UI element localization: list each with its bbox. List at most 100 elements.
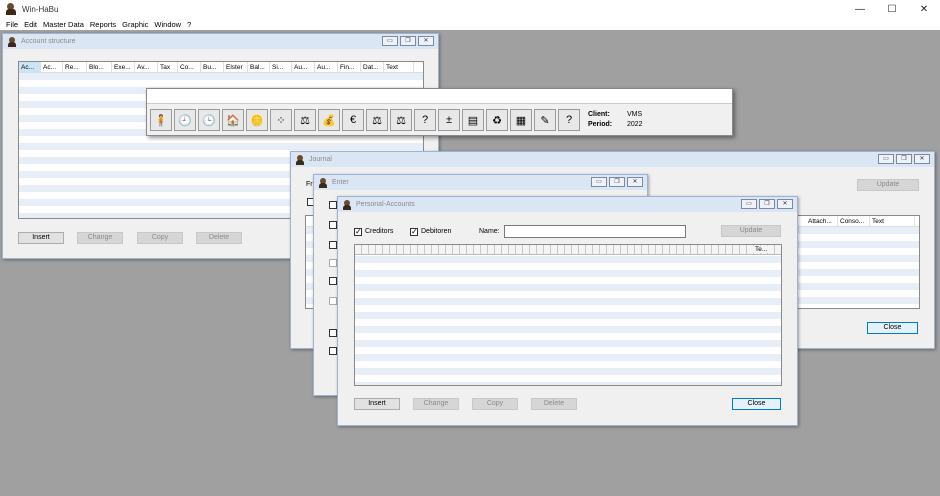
restore-icon[interactable]: ❐ bbox=[609, 177, 625, 187]
person-icon[interactable]: 🧍 bbox=[150, 109, 172, 131]
dots-question-icon[interactable]: ⁘ bbox=[270, 109, 292, 131]
enter-checkbox[interactable] bbox=[329, 277, 337, 285]
menu-graphic[interactable]: Graphic bbox=[119, 20, 151, 29]
euro-icon[interactable]: € bbox=[342, 109, 364, 131]
column-header[interactable]: Bal... bbox=[248, 62, 270, 72]
enter-checkbox[interactable] bbox=[329, 221, 337, 229]
restore-icon[interactable]: ❐ bbox=[759, 199, 775, 209]
minimize-icon[interactable]: ▭ bbox=[591, 177, 607, 187]
personal-accounts-window: Personal-Accounts ▭ ❐ ✕ ✓ Creditors ✓ De… bbox=[337, 196, 798, 426]
update-button[interactable]: Update bbox=[857, 179, 919, 191]
document-icon[interactable]: ▤ bbox=[462, 109, 484, 131]
menu-edit[interactable]: Edit bbox=[21, 20, 40, 29]
minimize-button[interactable]: — bbox=[844, 0, 876, 18]
close-icon[interactable]: ✕ bbox=[914, 154, 930, 164]
column-header[interactable]: Fin... bbox=[338, 62, 361, 72]
menu-help[interactable]: ? bbox=[184, 20, 194, 29]
enter-checkbox[interactable] bbox=[329, 241, 337, 249]
copy-button[interactable]: Copy bbox=[472, 398, 518, 410]
creditors-checkbox[interactable]: ✓ bbox=[354, 228, 362, 236]
enter-checkbox[interactable] bbox=[329, 297, 337, 305]
copy-button[interactable]: Copy bbox=[137, 232, 183, 244]
house-icon[interactable]: 🏠 bbox=[222, 109, 244, 131]
creditors-label: Creditors bbox=[365, 228, 394, 235]
account-structure-titlebar[interactable]: Account structure ▭ ❐ ✕ bbox=[3, 34, 438, 49]
menu-reports[interactable]: Reports bbox=[87, 20, 119, 29]
window-logo-icon bbox=[342, 199, 352, 210]
column-header[interactable]: Au... bbox=[315, 62, 338, 72]
insert-button[interactable]: Insert bbox=[354, 398, 400, 410]
column-header[interactable]: Blo... bbox=[87, 62, 112, 72]
menu-master-data[interactable]: Master Data bbox=[40, 20, 87, 29]
close-button[interactable]: ✕ bbox=[908, 0, 940, 18]
column-header[interactable]: Text bbox=[870, 216, 915, 226]
money-bag-icon[interactable]: 💰 bbox=[318, 109, 340, 131]
column-header[interactable]: Re... bbox=[63, 62, 87, 72]
change-button[interactable]: Change bbox=[77, 232, 123, 244]
column-header[interactable]: Dat... bbox=[361, 62, 384, 72]
close-icon[interactable]: ✕ bbox=[777, 199, 793, 209]
column-header[interactable]: Elster bbox=[224, 62, 248, 72]
question-stamp-icon[interactable]: ? bbox=[414, 109, 436, 131]
clock-arrow-icon[interactable]: 🕒 bbox=[198, 109, 220, 131]
close-icon[interactable]: ✕ bbox=[418, 36, 434, 46]
update-button[interactable]: Update bbox=[721, 225, 781, 237]
close-button[interactable]: Close bbox=[732, 398, 781, 410]
help-icon[interactable]: ? bbox=[558, 109, 580, 131]
grid-rows bbox=[355, 256, 781, 385]
column-header[interactable]: Si... bbox=[270, 62, 292, 72]
delete-button[interactable]: Delete bbox=[196, 232, 242, 244]
pen-icon[interactable]: ✎ bbox=[534, 109, 556, 131]
personal-accounts-grid[interactable]: Te... bbox=[354, 244, 782, 386]
window-title: Personal-Accounts bbox=[356, 201, 415, 208]
column-header[interactable]: Bu... bbox=[201, 62, 224, 72]
name-input[interactable] bbox=[504, 225, 686, 238]
menu-file[interactable]: File bbox=[3, 20, 21, 29]
insert-button[interactable]: Insert bbox=[18, 232, 64, 244]
column-header[interactable]: Text bbox=[384, 62, 414, 72]
maximize-button[interactable]: ☐ bbox=[876, 0, 908, 18]
minimize-icon[interactable]: ▭ bbox=[878, 154, 894, 164]
te-column-header[interactable]: Te... bbox=[753, 246, 770, 253]
clock-icon[interactable]: 🕘 bbox=[174, 109, 196, 131]
grid-icon[interactable]: ▦ bbox=[510, 109, 532, 131]
enter-titlebar[interactable]: Enter ▭ ❐ ✕ bbox=[314, 175, 647, 190]
enter-checkbox[interactable] bbox=[329, 259, 337, 267]
recycle-icon[interactable]: ♻ bbox=[486, 109, 508, 131]
column-header[interactable]: Ac... bbox=[19, 62, 41, 72]
column-header[interactable]: Attach... bbox=[806, 216, 838, 226]
column-header[interactable]: Exe... bbox=[112, 62, 135, 72]
minimize-icon[interactable]: ▭ bbox=[741, 199, 757, 209]
close-icon[interactable]: ✕ bbox=[627, 177, 643, 187]
column-header[interactable]: Tax bbox=[158, 62, 178, 72]
column-header[interactable]: Av... bbox=[135, 62, 158, 72]
column-header[interactable]: Conso... bbox=[838, 216, 870, 226]
journal-titlebar[interactable]: Journal ▭ ❐ ✕ bbox=[291, 152, 934, 167]
enter-checkbox[interactable] bbox=[329, 201, 337, 209]
debitoren-checkbox[interactable]: ✓ bbox=[410, 228, 418, 236]
floating-toolbar: 🧍 🕘 🕒 🏠 🪙 ⁘ ⚖ 💰 € ⚖ ⚖? ± ▤ ♻ ▦ ✎? Client: VMS Period: 2… bbox=[146, 88, 733, 136]
seesaw-icon[interactable]: ⚖ bbox=[390, 109, 412, 131]
plus-minus-icon[interactable]: ± bbox=[438, 109, 460, 131]
restore-icon[interactable]: ❐ bbox=[896, 154, 912, 164]
coins-icon[interactable]: 🪙 bbox=[246, 109, 268, 131]
app-title: Win-HaBu bbox=[22, 4, 59, 14]
enter-checkbox[interactable] bbox=[329, 329, 337, 337]
window-title: Journal bbox=[309, 156, 332, 163]
app-titlebar: Win-HaBu — ☐ ✕ bbox=[0, 0, 940, 18]
client-label: Client: bbox=[588, 111, 610, 118]
scale-icon[interactable]: ⚖ bbox=[294, 109, 316, 131]
column-header[interactable]: Co... bbox=[178, 62, 201, 72]
column-header[interactable]: Ac... bbox=[41, 62, 63, 72]
menu-window[interactable]: Window bbox=[151, 20, 184, 29]
delete-button[interactable]: Delete bbox=[531, 398, 577, 410]
minimize-icon[interactable]: ▭ bbox=[382, 36, 398, 46]
journal-close-button[interactable]: Close bbox=[867, 322, 918, 334]
change-button[interactable]: Change bbox=[413, 398, 459, 410]
personal-accounts-titlebar[interactable]: Personal-Accounts ▭ ❐ ✕ bbox=[338, 197, 797, 212]
restore-icon[interactable]: ❐ bbox=[400, 36, 416, 46]
balance-icon[interactable]: ⚖ bbox=[366, 109, 388, 131]
enter-checkbox[interactable] bbox=[329, 347, 337, 355]
column-header[interactable]: Au... bbox=[292, 62, 315, 72]
grid-header-strip[interactable] bbox=[355, 245, 781, 255]
